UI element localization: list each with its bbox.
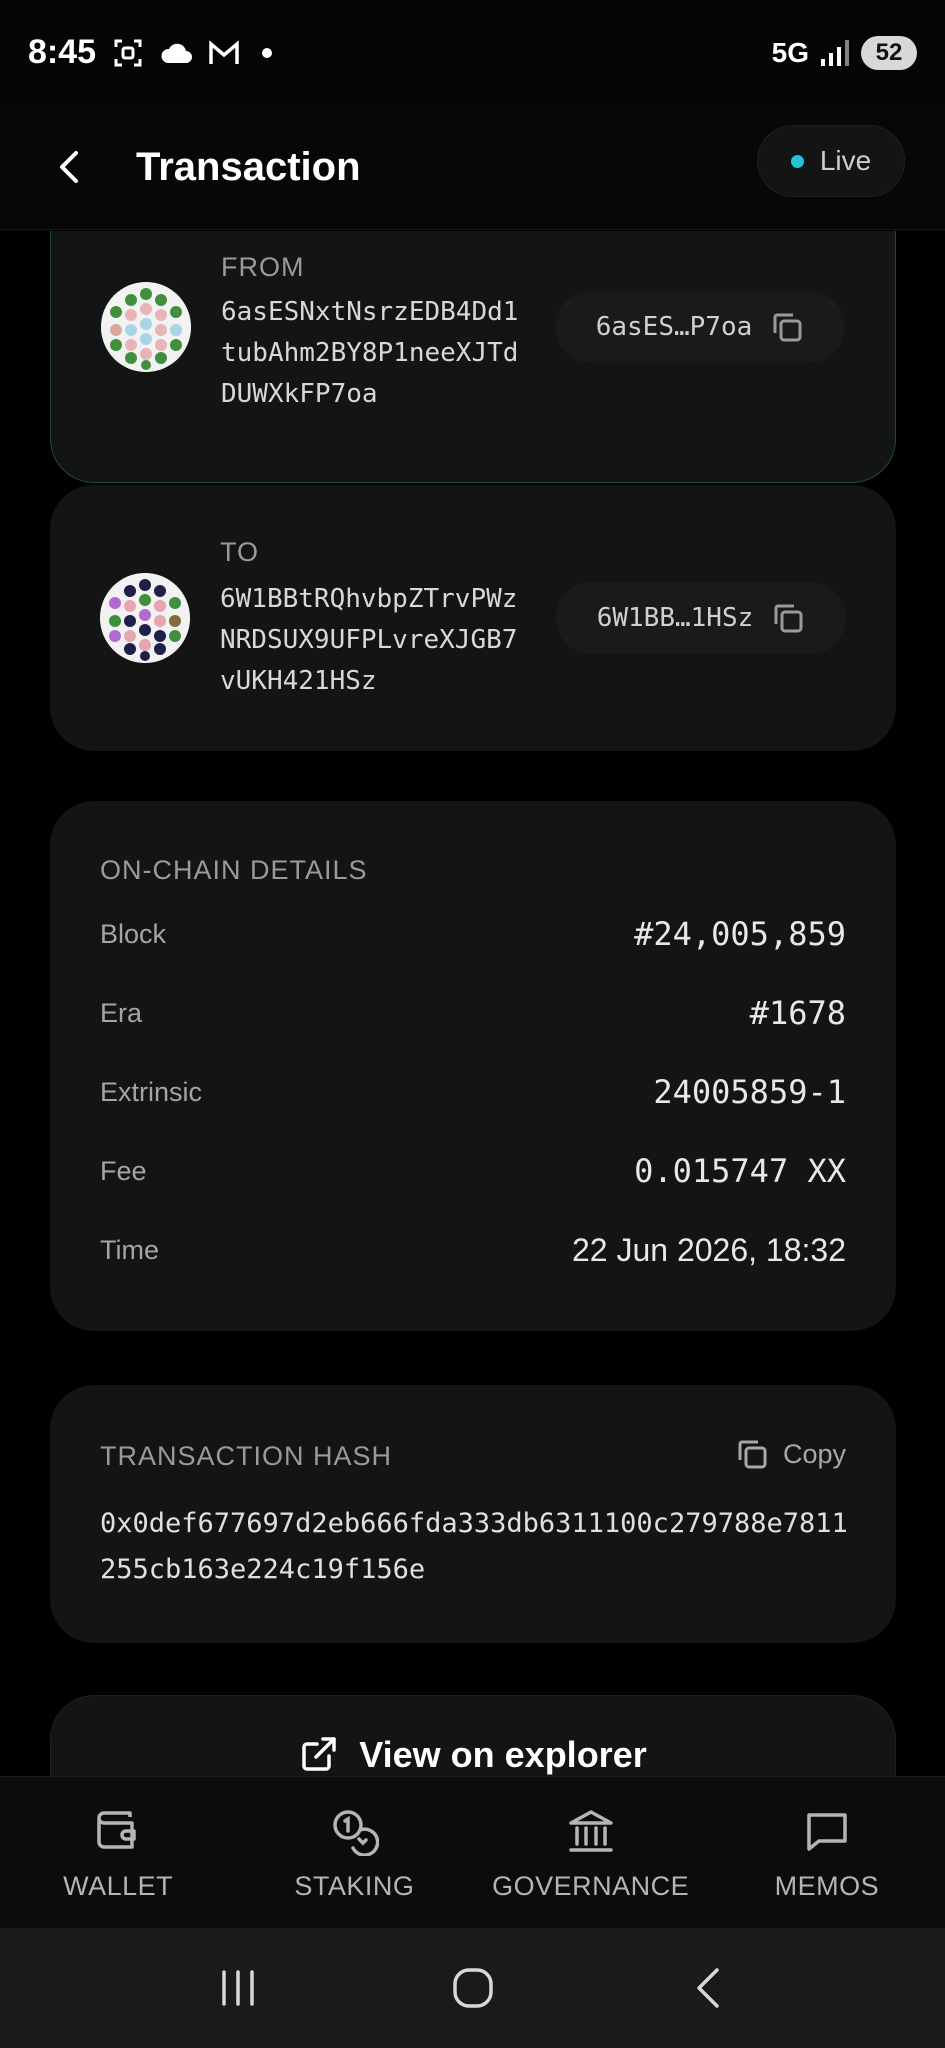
detail-label: Era <box>100 997 143 1028</box>
signal-icon <box>819 37 851 69</box>
network-label: 5G <box>771 36 809 68</box>
to-identicon <box>100 573 190 663</box>
detail-value: 0.015747 XX <box>634 1152 846 1190</box>
detail-row-era: Era #1678 <box>100 988 846 1038</box>
nav-item-staking[interactable]: STAKING <box>236 1777 472 1928</box>
wallet-icon <box>92 1805 144 1857</box>
to-address: 6W1BBtRQhvbpZTrvPWzNRDSUX9UFPLvreXJGB7vU… <box>220 584 518 696</box>
status-time: 8:45 <box>28 33 97 71</box>
nav-label: WALLET <box>63 1871 174 1901</box>
nav-label: GOVERNANCE <box>492 1871 690 1901</box>
system-navigation-bar <box>0 1928 945 2048</box>
gmail-icon <box>208 37 240 69</box>
detail-value: 22 Jun 2026, 18:32 <box>571 1231 846 1268</box>
detail-label: Block <box>100 918 167 949</box>
hash-title: TRANSACTION HASH <box>100 1441 393 1471</box>
back-button[interactable] <box>40 137 100 197</box>
detail-value: 24005859-1 <box>653 1073 846 1111</box>
detail-row-time: Time 22 Jun 2026, 18:32 <box>100 1225 846 1275</box>
copy-icon <box>738 1440 767 1469</box>
chevron-left-icon <box>60 151 78 183</box>
home-icon <box>452 1968 493 2008</box>
nav-item-governance[interactable]: GOVERNANCE <box>473 1777 709 1928</box>
view-on-explorer-button[interactable]: View on explorer <box>50 1695 896 1776</box>
copy-icon <box>770 310 804 344</box>
to-card: TO 6W1BBtRQhvbpZTrvPWzNRDSUX9UFPLvreXJGB… <box>50 485 896 751</box>
home-button[interactable] <box>438 1953 508 2023</box>
recent-apps-icon <box>221 1970 254 2006</box>
to-label: TO <box>220 537 260 567</box>
app-header: Transaction Live <box>0 105 945 230</box>
detail-value: #24,005,859 <box>634 915 846 953</box>
detail-row-extrinsic: Extrinsic 24005859-1 <box>100 1067 846 1117</box>
cloud-icon <box>160 37 193 69</box>
to-address-copy-chip[interactable]: 6W1BB…1HSz <box>556 582 846 654</box>
chat-icon <box>801 1805 853 1857</box>
detail-label: Extrinsic <box>100 1076 203 1107</box>
copy-label: Copy <box>782 1438 846 1469</box>
to-short-address: 6W1BB…1HSz <box>596 603 754 633</box>
detail-row-block: Block #24,005,859 <box>100 909 846 959</box>
from-address: 6asESNxtNsrzEDB4Dd1tubAhm2BY8P1neeXJTdDU… <box>221 297 519 409</box>
detail-label: Time <box>100 1234 159 1265</box>
on-chain-details-card: ON-CHAIN DETAILS Block #24,005,859 Era #… <box>50 801 896 1331</box>
external-link-icon <box>302 1737 337 1771</box>
live-dot-icon <box>790 154 804 168</box>
screenshot-icon <box>112 37 144 69</box>
nav-label: STAKING <box>294 1871 415 1901</box>
nav-item-memos[interactable]: MEMOS <box>709 1777 945 1928</box>
bottom-navigation: WALLET STAKING GOVERNANCE MEMOS <box>0 1776 945 1928</box>
recent-apps-button[interactable] <box>203 1953 273 2023</box>
detail-row-fee: Fee 0.015747 XX <box>100 1146 846 1196</box>
transaction-hash-value: 0x0def677697d2eb666fda333db6311100c27978… <box>100 1508 848 1585</box>
coins-icon <box>328 1805 380 1857</box>
from-card: FROM 6asESNxtNsrzEDB4Dd1tubAhm2BY8P1neeX… <box>50 231 896 483</box>
system-back-button[interactable] <box>673 1953 743 2023</box>
status-bar: 8:45 5G 52 <box>0 0 945 105</box>
detail-label: Fee <box>100 1155 147 1186</box>
detail-value: #1678 <box>749 994 846 1032</box>
explorer-label: View on explorer <box>359 1734 647 1775</box>
details-title: ON-CHAIN DETAILS <box>100 855 368 885</box>
live-label: Live <box>819 145 872 176</box>
copy-hash-button[interactable]: Copy <box>735 1437 846 1471</box>
chevron-left-icon <box>696 1968 719 2008</box>
live-status-badge: Live <box>757 125 905 197</box>
transaction-hash-card: TRANSACTION HASH Copy 0x0def677697d2eb66… <box>50 1385 896 1643</box>
copy-icon <box>771 601 805 635</box>
from-address-copy-chip[interactable]: 6asES…P7oa <box>555 291 845 363</box>
from-short-address: 6asES…P7oa <box>595 312 753 342</box>
nav-item-wallet[interactable]: WALLET <box>0 1777 236 1928</box>
battery-indicator: 52 <box>861 35 917 70</box>
notification-dot-icon <box>262 47 273 58</box>
bank-icon <box>565 1805 617 1857</box>
transaction-content[interactable]: FROM 6asESNxtNsrzEDB4Dd1tubAhm2BY8P1neeX… <box>0 231 945 1776</box>
nav-label: MEMOS <box>774 1871 880 1901</box>
from-label: FROM <box>221 252 305 282</box>
from-identicon <box>101 282 191 372</box>
page-title: Transaction <box>136 144 361 189</box>
